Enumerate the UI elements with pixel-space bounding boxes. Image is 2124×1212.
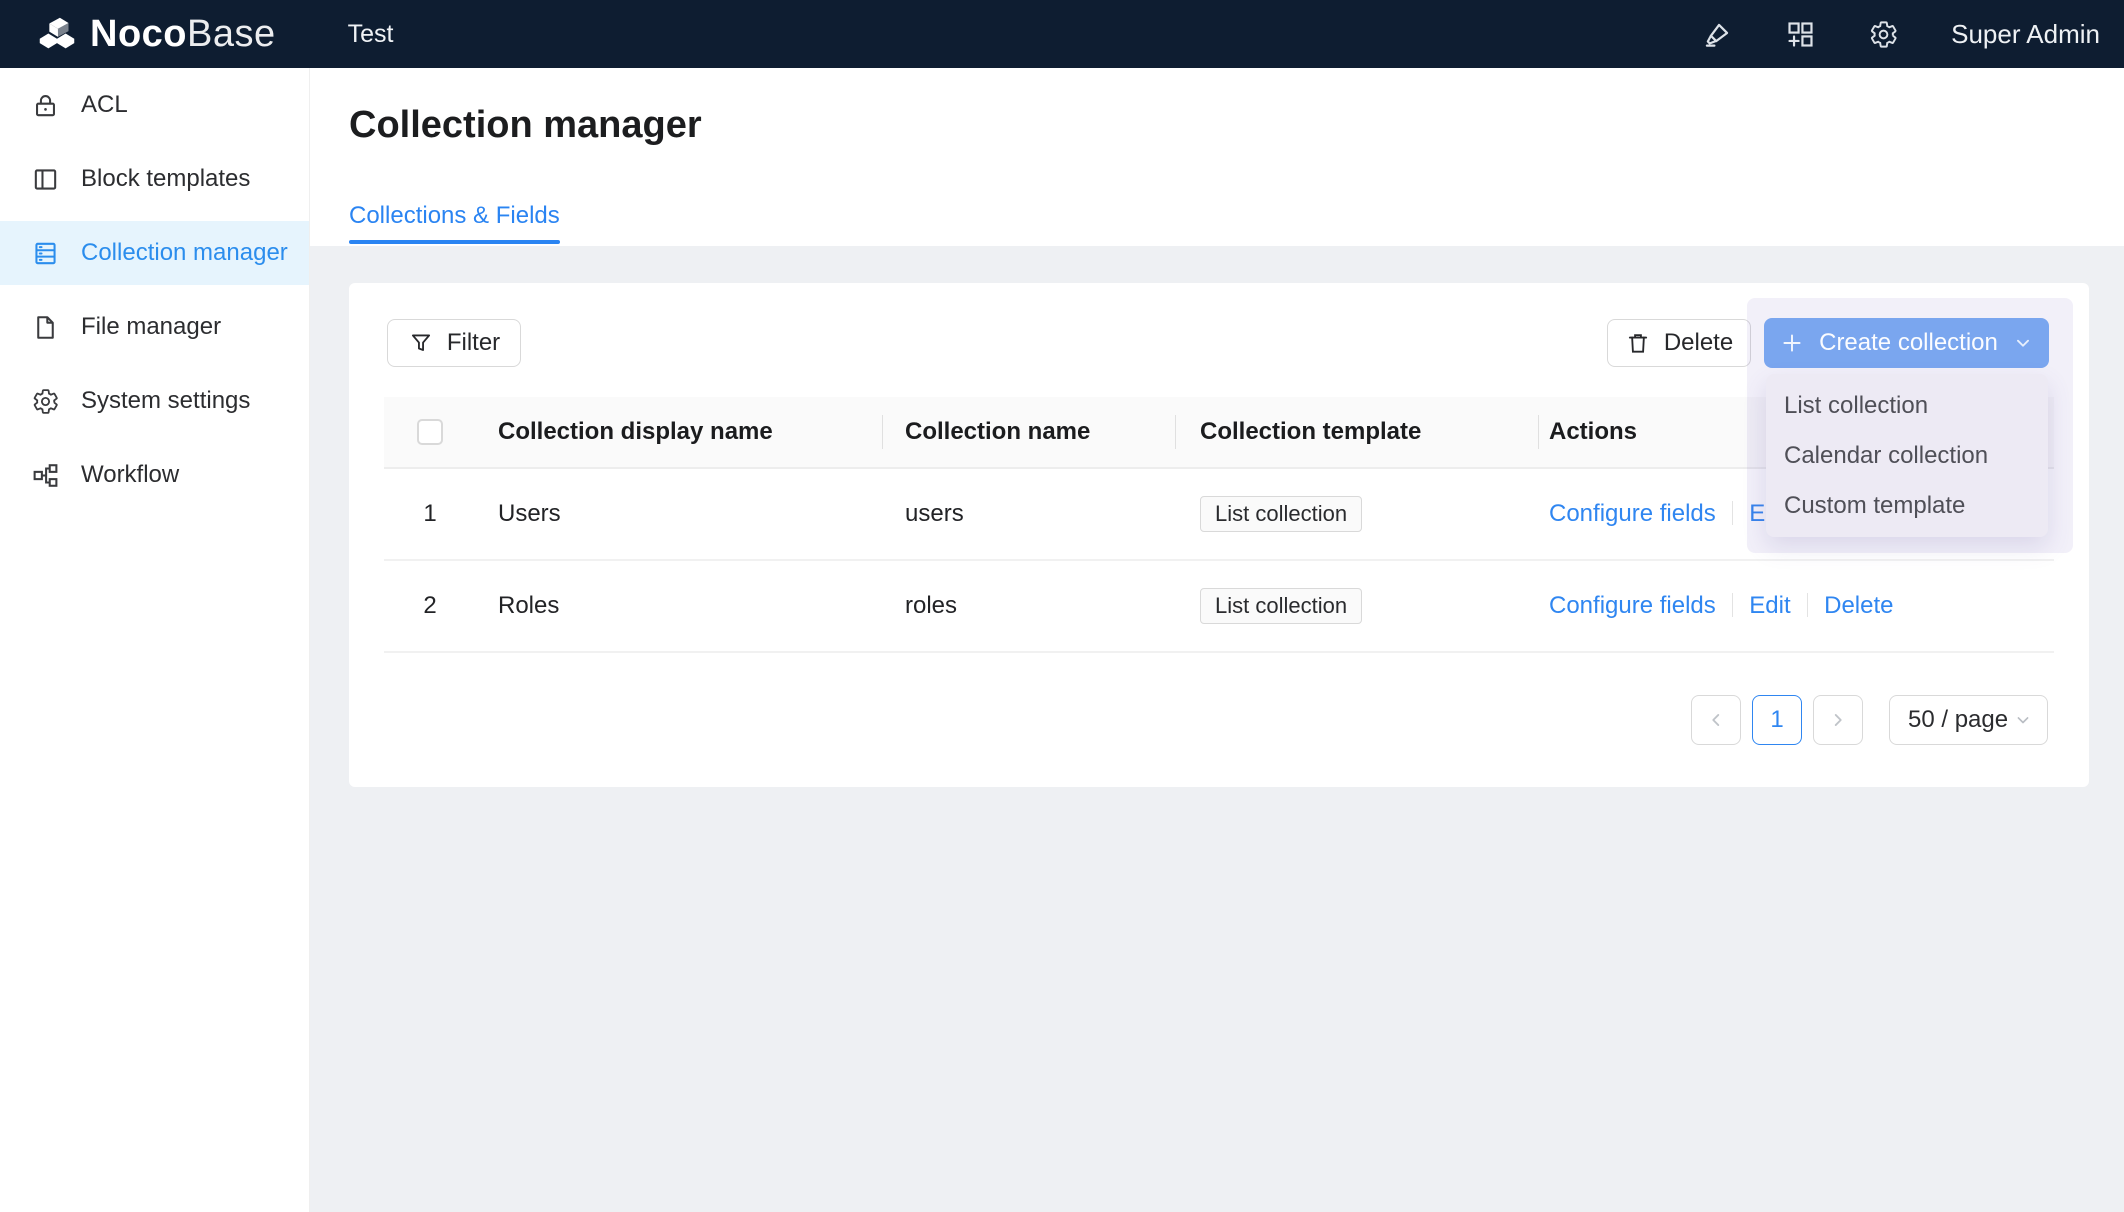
tab-label: Collections & Fields [349,202,560,229]
action-divider [1807,593,1809,617]
filter-button-label: Filter [447,329,500,357]
column-header-template: Collection template [1176,418,1539,446]
column-header-name: Collection name [883,418,1176,446]
next-page-button[interactable] [1813,695,1863,745]
nocobase-logo[interactable]: NocoBase [34,12,276,56]
create-collection-dropdown: List collection Calendar collection Cust… [1766,374,2048,537]
sidebar-item-label: ACL [81,91,128,119]
chevron-down-icon [2012,332,2034,354]
main-content: Collection manager Collections & Fields … [310,68,2124,1212]
filter-icon [408,330,434,356]
menu-item-list-collection[interactable]: List collection [1766,381,2048,431]
page-title: Collection manager [349,104,702,147]
nav-main-menu: Test [330,0,412,68]
gear-icon [31,387,60,416]
sidebar-item-system-settings[interactable]: System settings [0,369,309,433]
configure-fields-link[interactable]: Configure fields [1549,500,1716,527]
tab-ink-bar [349,240,560,244]
previous-page-button[interactable] [1691,695,1741,745]
settings-sidebar: ACL Block templates Collection manager [0,68,310,1212]
cell-name: users [883,500,1176,528]
user-name[interactable]: Super Admin [1951,19,2100,50]
appstore-add-icon[interactable] [1785,19,1816,50]
page-header: Collection manager Collections & Fields [310,68,2124,246]
chevron-left-icon [1705,709,1727,731]
column-header-display-name: Collection display name [476,418,883,446]
configure-fields-link[interactable]: Configure fields [1549,592,1716,619]
layout-icon [31,165,60,194]
nav-right-actions: Super Admin [1702,19,2100,50]
cell-display-name: Users [476,500,883,528]
sidebar-item-block-templates[interactable]: Block templates [0,147,309,211]
lock-icon [31,91,60,120]
menu-item-custom-template[interactable]: Custom template [1766,481,2048,531]
brand-text-light: Base [187,13,276,55]
gear-icon[interactable] [1868,19,1899,50]
nav-menu-item-test[interactable]: Test [330,0,412,68]
sidebar-item-label: System settings [81,387,250,415]
workflow-icon [31,461,60,490]
table-row: 2 Roles roles List collection Configure … [384,561,2054,653]
file-icon [31,313,60,342]
pagination: 1 50 / page [1691,695,2048,745]
nocobase-logo-icon [34,12,80,56]
cell-name: roles [883,592,1176,620]
highlighter-icon[interactable] [1702,19,1733,50]
sidebar-item-label: Collection manager [81,239,288,267]
page-size-value: 50 / page [1908,706,2008,734]
sidebar-item-workflow[interactable]: Workflow [0,443,309,507]
chevron-down-icon [2013,710,2033,730]
cell-display-name: Roles [476,592,883,620]
delete-link[interactable]: Delete [1824,592,1893,619]
trash-icon [1625,330,1651,356]
sidebar-item-file-manager[interactable]: File manager [0,295,309,359]
content-body: Filter Delete Collection display name Co… [310,246,2124,1212]
action-divider [1732,501,1734,525]
select-all-checkbox[interactable] [417,419,443,445]
delete-button-label: Delete [1664,329,1733,357]
brand-text-bold: Noco [90,13,187,55]
top-navbar: NocoBase Test Super [0,0,2124,68]
create-collection-button[interactable]: Create collection [1764,318,2049,368]
sidebar-item-acl[interactable]: ACL [0,73,309,137]
edit-link[interactable]: Edit [1749,592,1790,619]
action-divider [1732,593,1734,617]
plus-icon [1779,330,1805,356]
sidebar-item-collection-manager[interactable]: Collection manager [0,221,309,285]
row-index: 1 [384,500,476,528]
sidebar-item-label: Workflow [81,461,179,489]
template-tag: List collection [1200,588,1362,624]
menu-item-calendar-collection[interactable]: Calendar collection [1766,431,2048,481]
chevron-right-icon [1827,709,1849,731]
page-number-button[interactable]: 1 [1752,695,1802,745]
collection-table-icon [31,239,60,268]
sidebar-item-label: Block templates [81,165,250,193]
tab-collections-and-fields[interactable]: Collections & Fields [349,202,560,246]
collections-card: Filter Delete Collection display name Co… [349,283,2089,787]
filter-button[interactable]: Filter [387,319,521,367]
page-size-select[interactable]: 50 / page [1889,695,2048,745]
template-tag: List collection [1200,496,1362,532]
brand-text: NocoBase [90,15,276,53]
create-collection-label: Create collection [1819,329,1998,357]
sidebar-item-label: File manager [81,313,221,341]
row-index: 2 [384,592,476,620]
delete-button[interactable]: Delete [1607,319,1751,367]
